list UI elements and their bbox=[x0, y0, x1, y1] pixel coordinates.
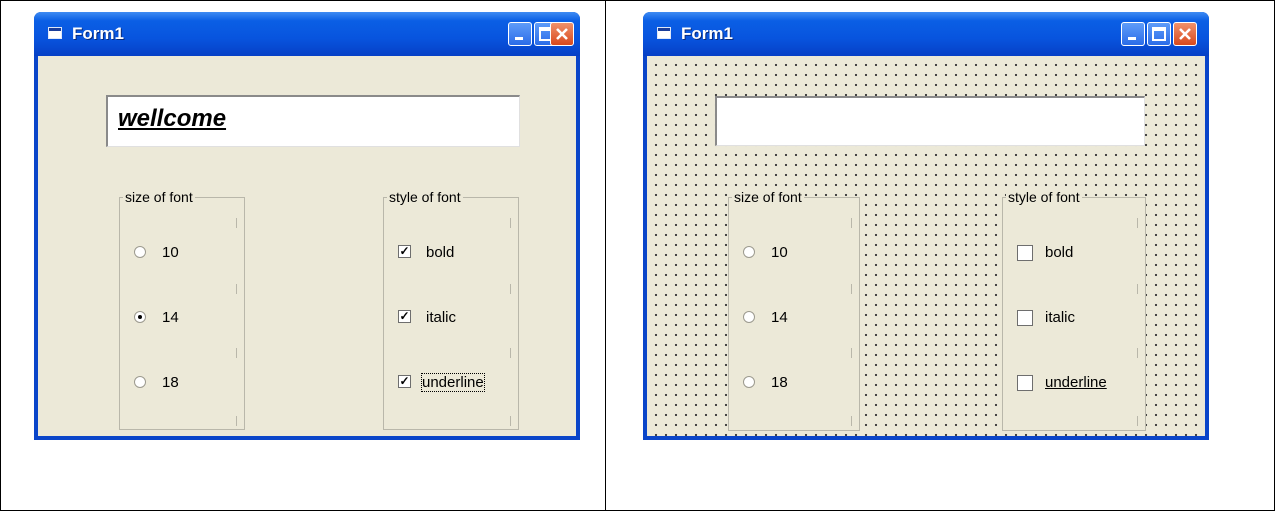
checkbox-label: italic bbox=[1045, 309, 1076, 326]
checkbox-label: italic bbox=[426, 309, 457, 326]
minimize-button[interactable] bbox=[1121, 22, 1145, 46]
minimize-icon bbox=[515, 37, 523, 40]
frame-label: style of font bbox=[387, 189, 463, 205]
radio-label: 14 bbox=[162, 309, 179, 326]
close-button[interactable] bbox=[1173, 22, 1197, 46]
style-of-font-frame: style of font bold italic underline bbox=[1002, 189, 1146, 431]
frame-divider bbox=[1137, 284, 1138, 294]
checkbox-checked[interactable]: ✓ bbox=[398, 375, 411, 388]
frame-divider bbox=[1137, 218, 1138, 228]
client-area: wellcome size of font 10 14 18 style of … bbox=[38, 56, 576, 436]
radio-label: 10 bbox=[771, 244, 788, 261]
close-icon bbox=[556, 28, 568, 40]
minimize-icon bbox=[1128, 37, 1136, 40]
radio-button[interactable] bbox=[134, 376, 146, 388]
frame-divider bbox=[1137, 416, 1138, 426]
radio-label: 10 bbox=[162, 244, 179, 261]
frame-divider bbox=[1137, 348, 1138, 358]
title-bar[interactable]: Form1 bbox=[34, 12, 580, 56]
checkbox[interactable] bbox=[1017, 375, 1033, 391]
form-icon bbox=[48, 27, 62, 39]
style-of-font-frame: style of font ✓ bold ✓ italic ✓ underlin… bbox=[383, 189, 519, 430]
radio-button[interactable] bbox=[743, 376, 755, 388]
text-input-value: wellcome bbox=[118, 105, 227, 132]
radio-label: 18 bbox=[162, 374, 179, 391]
frame-divider bbox=[510, 416, 511, 426]
checkbox[interactable] bbox=[1017, 245, 1033, 261]
frame-divider bbox=[510, 284, 511, 294]
frame-divider bbox=[851, 218, 852, 228]
frame-divider bbox=[236, 416, 237, 426]
text-input[interactable]: wellcome bbox=[106, 95, 520, 147]
radio-button[interactable] bbox=[134, 246, 146, 258]
frame-divider bbox=[236, 284, 237, 294]
form1-window-design: Form1 size of font 10 14 18 style of fon… bbox=[643, 12, 1209, 440]
client-area-design-grid: size of font 10 14 18 style of font bold… bbox=[647, 56, 1205, 436]
form-icon bbox=[657, 27, 671, 39]
size-of-font-frame: size of font 10 14 18 bbox=[728, 189, 860, 431]
checkbox[interactable] bbox=[1017, 310, 1033, 326]
checkbox-checked[interactable]: ✓ bbox=[398, 310, 411, 323]
radio-button[interactable] bbox=[743, 311, 755, 323]
window-title: Form1 bbox=[72, 24, 124, 43]
frame-divider bbox=[851, 416, 852, 426]
minimize-button[interactable] bbox=[508, 22, 532, 46]
checkbox-label: bold bbox=[426, 244, 455, 261]
checkbox-label: underline bbox=[421, 373, 485, 392]
checkbox-label: bold bbox=[1045, 244, 1074, 261]
frame-divider bbox=[851, 348, 852, 358]
frame-label: size of font bbox=[123, 189, 195, 205]
frame-label: size of font bbox=[732, 189, 804, 205]
radio-button-selected[interactable] bbox=[134, 311, 146, 323]
frame-divider bbox=[236, 348, 237, 358]
checkbox-label: underline bbox=[1045, 374, 1107, 391]
window-title: Form1 bbox=[681, 24, 733, 43]
radio-button[interactable] bbox=[743, 246, 755, 258]
frame-divider bbox=[510, 218, 511, 228]
radio-label: 18 bbox=[771, 374, 788, 391]
checkbox-checked[interactable]: ✓ bbox=[398, 245, 411, 258]
close-button[interactable] bbox=[550, 22, 574, 46]
frame-divider bbox=[236, 218, 237, 228]
form1-window-runtime: Form1 wellcome size of font 10 14 18 sty… bbox=[34, 12, 580, 440]
maximize-icon bbox=[1152, 27, 1166, 41]
table-divider bbox=[605, 0, 606, 511]
frame-divider bbox=[851, 284, 852, 294]
frame-divider bbox=[510, 348, 511, 358]
text-input[interactable] bbox=[715, 96, 1145, 146]
size-of-font-frame: size of font 10 14 18 bbox=[119, 189, 245, 430]
radio-label: 14 bbox=[771, 309, 788, 326]
frame-label: style of font bbox=[1006, 189, 1082, 205]
title-bar[interactable]: Form1 bbox=[643, 12, 1209, 56]
close-icon bbox=[1179, 28, 1191, 40]
maximize-button[interactable] bbox=[1147, 22, 1171, 46]
